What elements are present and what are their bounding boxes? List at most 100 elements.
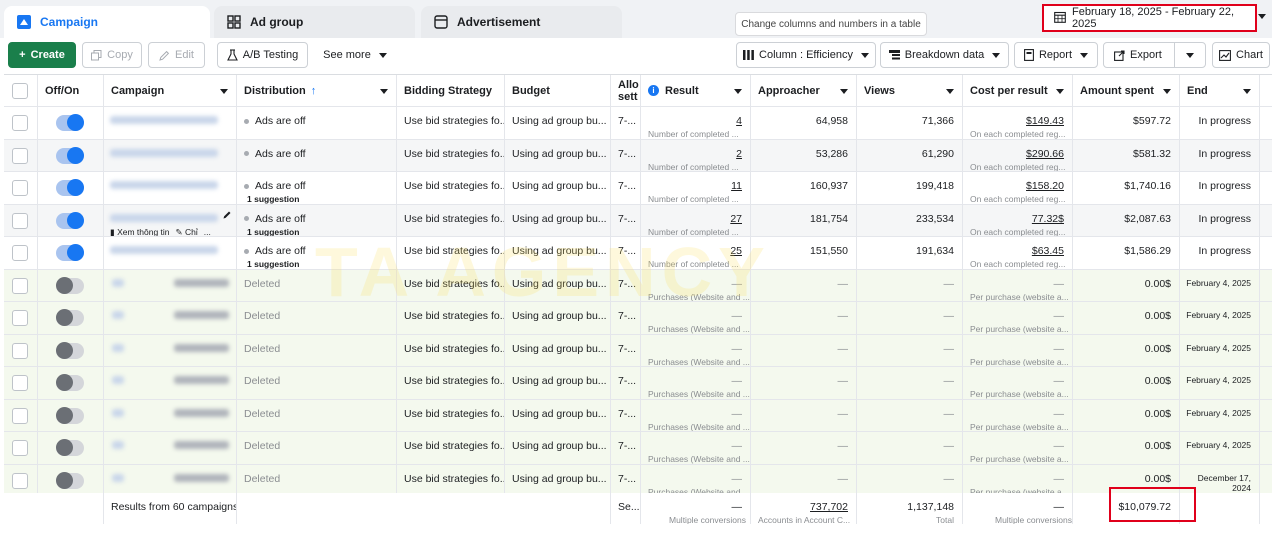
header-offon[interactable]: Off/On	[38, 75, 104, 106]
header-result[interactable]: i Result	[641, 75, 751, 106]
campaign-name-blurred[interactable]	[174, 278, 229, 287]
ab-testing-button[interactable]: A/B Testing	[217, 42, 308, 68]
date-range-picker[interactable]: February 18, 2025 - February 22, 2025	[1042, 4, 1257, 32]
header-cost-per-result[interactable]: Cost per result	[963, 75, 1073, 106]
chevron-down-icon[interactable]	[1258, 14, 1266, 19]
see-more-button[interactable]: See more	[316, 42, 394, 68]
header-distribution[interactable]: Distribution ↑	[237, 75, 397, 106]
cost-value[interactable]: $149.43	[1026, 115, 1064, 127]
row-checkbox[interactable]	[12, 472, 28, 489]
row-checkbox[interactable]	[12, 407, 28, 424]
campaign-toggle[interactable]	[56, 341, 84, 359]
result-value[interactable]: 4	[736, 115, 742, 127]
column-selector-button[interactable]: Column : Efficiency	[736, 42, 876, 68]
campaign-name-blurred[interactable]	[112, 408, 124, 417]
campaign-name-blurred[interactable]	[110, 181, 218, 189]
header-campaign[interactable]: Campaign	[104, 75, 237, 106]
campaign-toggle[interactable]	[56, 439, 84, 456]
campaign-name-blurred[interactable]	[112, 441, 124, 449]
campaign-name-blurred[interactable]	[174, 441, 229, 449]
cost-value[interactable]: $158.20	[1026, 180, 1064, 192]
tab-advertisement[interactable]: Advertisement	[421, 6, 622, 38]
campaign-name-blurred[interactable]	[110, 246, 218, 254]
chevron-down-icon[interactable]	[1186, 53, 1194, 58]
campaign-name-blurred[interactable]	[112, 311, 124, 319]
view-insights-link[interactable]: ▮ Xem thông tin	[110, 227, 170, 237]
campaign-name-blurred[interactable]	[112, 278, 124, 287]
row-checkbox[interactable]	[12, 245, 28, 261]
table-row[interactable]: Deleted Use bid strategies fo... Using ad …	[4, 367, 1272, 400]
table-row[interactable]: Ads are off 1 suggestion Use bid strategie…	[4, 237, 1272, 270]
campaign-name-blurred[interactable]	[174, 473, 229, 482]
table-row[interactable]: Deleted Use bid strategies fo... Using ad …	[4, 399, 1272, 432]
suggestion-badge[interactable]: 1 suggestion	[247, 227, 299, 237]
table-row[interactable]: Ads are off Use bid strategies fo... Using…	[4, 107, 1272, 140]
cost-value[interactable]: $63.45	[1032, 245, 1064, 257]
campaign-toggle[interactable]	[56, 244, 84, 261]
chart-button[interactable]: Chart	[1212, 42, 1270, 68]
header-bidding-strategy[interactable]: Bidding Strategy	[397, 75, 505, 106]
report-button[interactable]: Report	[1014, 42, 1098, 68]
row-checkbox[interactable]	[12, 277, 28, 294]
header-budget[interactable]: Budget	[505, 75, 611, 106]
edit-link[interactable]: ✎ Chỉ	[176, 227, 198, 237]
cost-value[interactable]: $290.66	[1026, 148, 1064, 160]
header-approacher[interactable]: Approacher	[751, 75, 857, 106]
row-checkbox[interactable]	[12, 342, 28, 359]
campaign-name-blurred[interactable]	[112, 343, 124, 352]
campaign-toggle[interactable]	[56, 179, 84, 196]
row-checkbox[interactable]	[12, 115, 28, 131]
campaign-toggle[interactable]	[56, 114, 84, 131]
header-amount-spent[interactable]: Amount spent	[1073, 75, 1180, 106]
row-checkbox[interactable]	[12, 212, 28, 229]
row-checkbox[interactable]	[12, 375, 28, 391]
more-options-icon[interactable]: ...	[204, 227, 211, 236]
campaign-name-blurred[interactable]	[174, 343, 229, 352]
result-value[interactable]: 2	[736, 148, 742, 160]
suggestion-badge[interactable]: 1 suggestion	[247, 259, 299, 269]
edit-button[interactable]: Edit	[148, 42, 205, 68]
table-row[interactable]: Deleted Use bid strategies fo... Using ad …	[4, 302, 1272, 335]
result-value[interactable]: 27	[730, 213, 742, 225]
campaign-name-blurred[interactable]	[110, 148, 218, 157]
header-views[interactable]: Views	[857, 75, 963, 106]
row-checkbox[interactable]	[12, 310, 28, 326]
campaign-name-blurred[interactable]	[174, 311, 229, 319]
campaign-toggle[interactable]	[56, 276, 84, 294]
campaign-name-blurred[interactable]	[112, 473, 124, 482]
table-row[interactable]: Ads are off Use bid strategies fo... Using…	[4, 139, 1272, 172]
campaign-name-blurred[interactable]	[110, 213, 218, 222]
result-value[interactable]: 25	[730, 245, 742, 257]
campaign-toggle[interactable]	[56, 406, 84, 424]
campaign-toggle[interactable]	[56, 471, 84, 489]
campaign-toggle[interactable]	[56, 374, 84, 391]
campaign-toggle[interactable]	[56, 309, 84, 326]
tab-campaign[interactable]: Campaign	[4, 6, 210, 38]
breakdown-button[interactable]: Breakdown data	[880, 42, 1009, 68]
row-checkbox[interactable]	[12, 147, 28, 164]
campaign-name-blurred[interactable]	[174, 376, 229, 384]
table-row[interactable]: ▮ Xem thông tin ✎ Chỉ... Ads are off 1 sugg…	[4, 204, 1272, 237]
campaign-name-blurred[interactable]	[174, 408, 229, 417]
campaign-name-blurred[interactable]	[112, 376, 124, 384]
campaign-name-blurred[interactable]	[110, 116, 218, 124]
table-row[interactable]: Deleted Use bid strategies fo... Using ad …	[4, 269, 1272, 302]
campaign-toggle[interactable]	[56, 146, 84, 164]
select-all-checkbox[interactable]	[12, 83, 28, 99]
info-icon[interactable]: i	[648, 85, 659, 96]
table-row[interactable]: Deleted Use bid strategies fo... Using ad …	[4, 432, 1272, 465]
copy-button[interactable]: Copy	[82, 42, 142, 68]
footer-approacher[interactable]: 737,702	[810, 501, 848, 513]
campaign-toggle[interactable]	[56, 211, 84, 229]
row-checkbox[interactable]	[12, 180, 28, 196]
export-button[interactable]: Export	[1103, 42, 1206, 68]
suggestion-badge[interactable]: 1 suggestion	[247, 194, 299, 204]
tab-ad-group[interactable]: Ad group	[214, 6, 415, 38]
result-value[interactable]: 11	[731, 180, 742, 192]
cost-value[interactable]: 77.32$	[1032, 213, 1064, 225]
pencil-icon[interactable]	[223, 210, 232, 222]
header-end[interactable]: End	[1180, 75, 1260, 106]
header-allocation[interactable]: Allo sett	[611, 75, 641, 106]
create-button[interactable]: + Create	[8, 42, 76, 68]
row-checkbox[interactable]	[12, 440, 28, 456]
